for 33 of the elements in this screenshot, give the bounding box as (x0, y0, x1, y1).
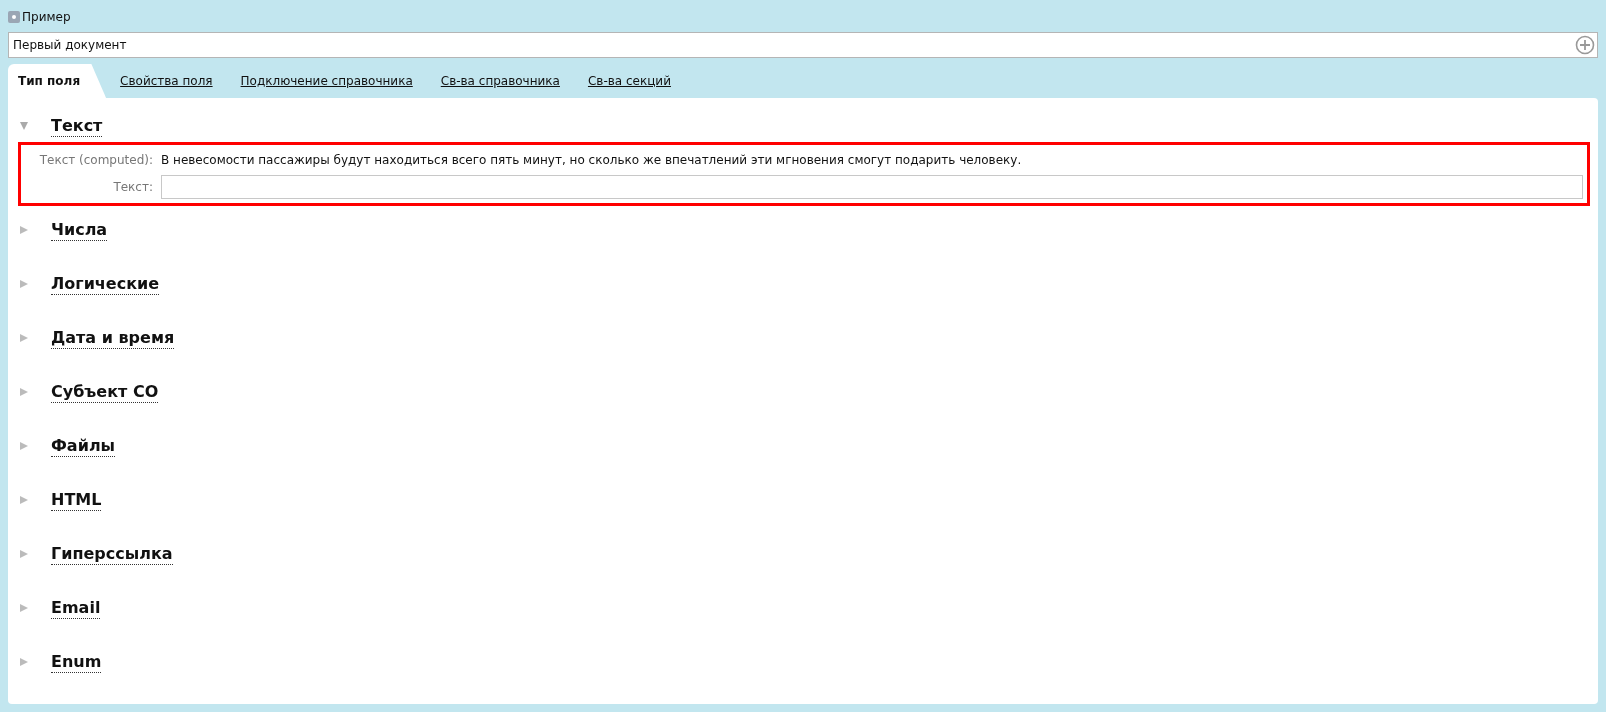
section-title[interactable]: Субъект СО (51, 381, 159, 403)
expand-arrow-icon[interactable] (20, 550, 28, 558)
window-title: Пример (22, 9, 71, 26)
text-input[interactable] (161, 175, 1583, 199)
collapse-arrow-icon[interactable] (20, 122, 28, 130)
expand-arrow-icon[interactable] (20, 226, 28, 234)
field-label: Текст (computed): (38, 152, 153, 169)
expand-arrow-icon[interactable] (20, 442, 28, 450)
section-title[interactable]: HTML (51, 489, 102, 511)
app-icon (8, 11, 20, 23)
tab[interactable]: Тип поля (8, 64, 107, 98)
expand-arrow-icon[interactable] (20, 604, 28, 612)
document-field[interactable]: Первый документ (8, 32, 1598, 58)
field-label: Текст: (112, 179, 153, 196)
section-title[interactable]: Текст (51, 115, 103, 137)
expand-arrow-icon[interactable] (20, 388, 28, 396)
tab[interactable]: Св-ва секций (573, 64, 685, 98)
section-title[interactable]: Файлы (51, 435, 116, 457)
section-title[interactable]: Дата и время (51, 327, 175, 349)
expand-arrow-icon[interactable] (20, 334, 28, 342)
section-title[interactable]: Логические (51, 273, 160, 295)
section-title[interactable]: Гиперссылка (51, 543, 173, 565)
section-title[interactable]: Email (51, 597, 101, 619)
tab[interactable]: Свойства поля (106, 64, 227, 98)
expand-arrow-icon[interactable] (20, 280, 28, 288)
tab[interactable]: Подключение справочника (226, 64, 427, 98)
section-title[interactable]: Enum (51, 651, 102, 673)
add-icon[interactable] (1575, 35, 1595, 55)
expand-arrow-icon[interactable] (20, 658, 28, 666)
field-value: В невесомости пассажиры будут находиться всего пять минут, но сколько же впечатлений эти мгновения смогут подарить человеку. (161, 152, 1022, 169)
expand-arrow-icon[interactable] (20, 496, 28, 504)
section-title[interactable]: Числа (51, 219, 108, 241)
tab[interactable]: Св-ва справочника (426, 64, 574, 98)
